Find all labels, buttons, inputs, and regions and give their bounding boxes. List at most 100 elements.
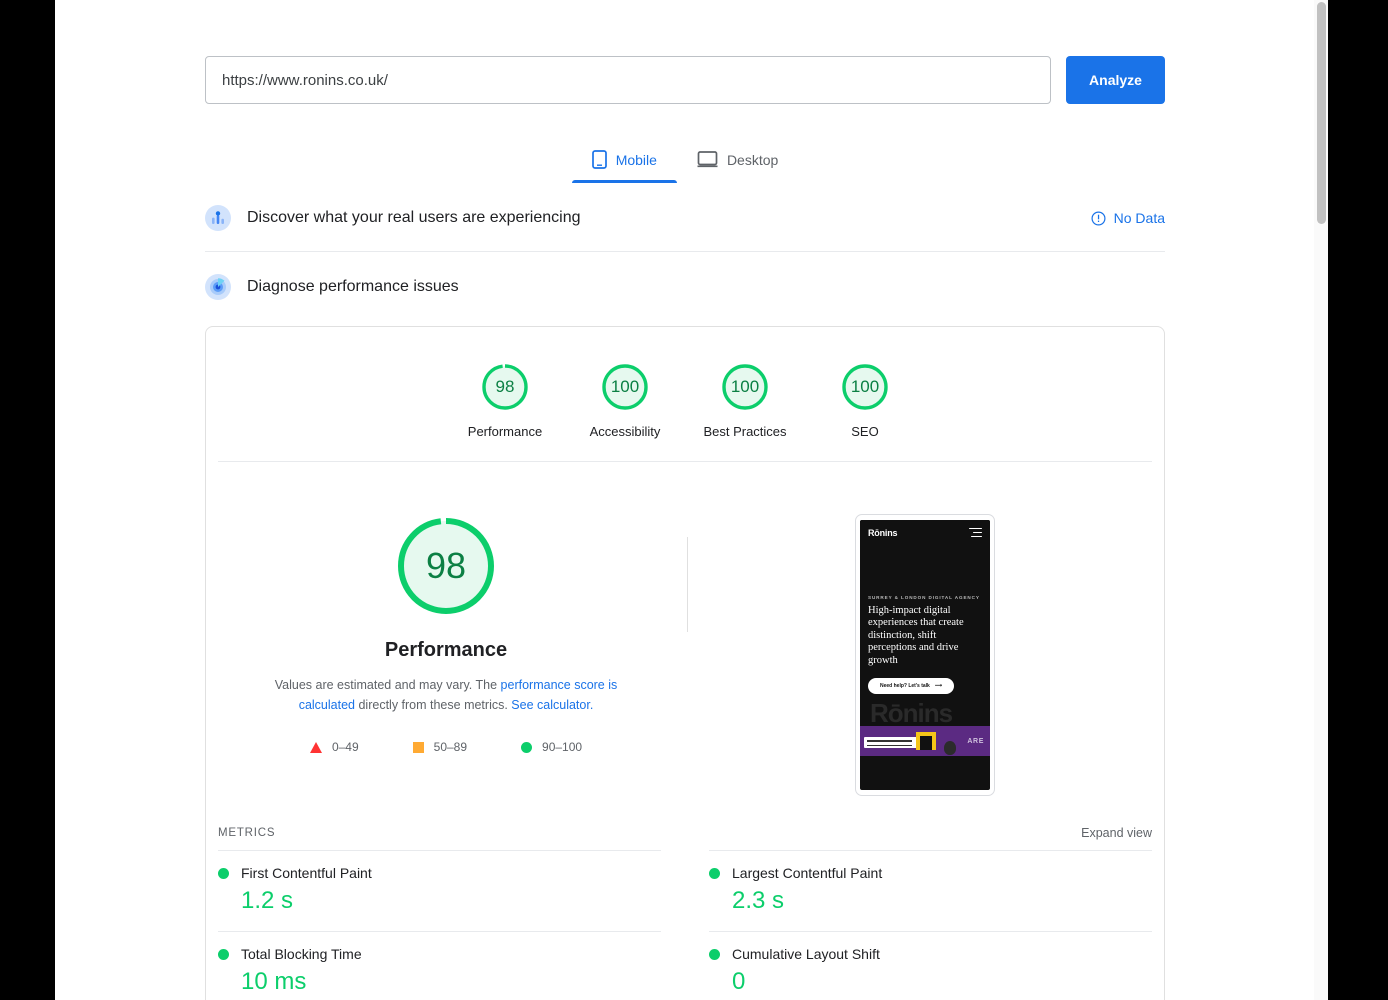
hero-vertical-divider [687, 537, 688, 632]
legend-good-range: 90–100 [542, 740, 583, 754]
metric-name: Total Blocking Time [241, 946, 362, 962]
thumbnail-eyebrow: SURREY & LONDON DIGITAL AGENCY [868, 594, 980, 600]
performance-description: Values are estimated and may vary. The p… [246, 675, 646, 715]
thumbnail-watermark: Rōnins [870, 698, 953, 729]
metric-header: Cumulative Layout Shift [709, 946, 1152, 962]
score-value: 100 [850, 377, 880, 396]
legend-average-range: 50–89 [433, 740, 468, 754]
metrics-grid: First Contentful Paint 1.2 s Total Block… [206, 850, 1164, 1000]
metric-value: 0 [732, 968, 746, 995]
legend-poor: 0–49 [309, 740, 359, 754]
expand-view-button[interactable]: Expand view [1081, 826, 1152, 840]
category-score-accessibility[interactable]: 100 Accessibility [565, 361, 685, 439]
url-input[interactable]: https://www.ronins.co.uk/ [205, 56, 1051, 104]
thumbnail-cta-button: Need help? Let's talk ⟶ [868, 678, 954, 695]
status-good-circle-icon [218, 948, 229, 960]
page-scrollbar[interactable] [1314, 0, 1328, 1000]
legend-good: 90–100 [521, 740, 582, 754]
url-entry-row: https://www.ronins.co.uk/ Analyze [205, 56, 1165, 104]
arrow-right-icon: ⟶ [934, 683, 942, 690]
desktop-monitor-icon [697, 151, 718, 168]
thumbnail-cta-label: Need help? Let's talk [880, 683, 930, 690]
desc-text-2: directly from these metrics. [355, 698, 512, 712]
metrics-section-label: METRICS [218, 827, 276, 839]
metrics-column-left: First Contentful Paint 1.2 s Total Block… [218, 850, 685, 1000]
circle-good-icon [521, 741, 533, 753]
tab-mobile[interactable]: Mobile [571, 140, 678, 183]
thumbnail-headline: High-impact digital experiences that cre… [868, 604, 964, 666]
lab-data-title: Diagnose performance issues [247, 278, 459, 295]
metric-name: Cumulative Layout Shift [732, 946, 880, 962]
status-good-circle-icon [709, 867, 720, 879]
metrics-header: METRICS Expand view [206, 796, 1164, 850]
score-gauge-performance: 98 [479, 361, 531, 413]
analyze-button[interactable]: Analyze [1066, 56, 1165, 104]
info-circle-icon [1091, 210, 1106, 226]
triangle-poor-icon [309, 741, 322, 753]
score-gauge-accessibility: 100 [599, 361, 651, 413]
metric-total-blocking-time[interactable]: Total Blocking Time 10 ms [218, 931, 661, 1000]
category-score-performance[interactable]: 98 Performance [445, 361, 565, 439]
thumbnail-footer-band: ARE [860, 726, 990, 757]
scrollbar-thumb[interactable] [1317, 2, 1326, 224]
performance-heading: Performance [384, 639, 508, 661]
lab-data-section-header: Diagnose performance issues [205, 252, 1165, 320]
metric-header: Largest Contentful Paint [709, 865, 1152, 881]
score-label: Best Practices [703, 424, 787, 439]
metric-largest-contentful-paint[interactable]: Largest Contentful Paint 2.3 s [709, 850, 1152, 931]
thumbnail-brand: Rōnins [868, 528, 898, 538]
score-gauge-seo: 100 [839, 361, 891, 413]
legend-poor-range: 0–49 [331, 740, 359, 754]
metric-value: 10 ms [241, 968, 307, 995]
status-good-circle-icon [709, 948, 720, 960]
metric-name: Largest Contentful Paint [732, 865, 883, 881]
real-users-chart-icon [205, 205, 231, 231]
diagnose-target-icon [205, 274, 231, 300]
field-data-section-header: Discover what your real users are experi… [205, 183, 1165, 252]
letterbox-right [1328, 0, 1388, 1000]
field-data-title: Discover what your real users are experi… [247, 209, 581, 226]
performance-hero: 98 Performance Values are estimated and … [206, 462, 1164, 796]
performance-score-value: 98 [425, 545, 467, 586]
no-data-status[interactable]: No Data [1091, 210, 1165, 226]
metric-first-contentful-paint[interactable]: First Contentful Paint 1.2 s [218, 850, 661, 931]
thumbnail-footer-word: ARE [967, 738, 984, 746]
score-legend: 0–49 50–89 90–100 [206, 740, 686, 754]
thumbnail-navbar: Rōnins [868, 528, 982, 540]
score-gauge-best-practices: 100 [719, 361, 771, 413]
tab-desktop-label: Desktop [726, 151, 779, 168]
status-good-circle-icon [218, 867, 229, 879]
score-value: 100 [730, 377, 760, 396]
score-label: Accessibility [589, 424, 661, 439]
no-data-label: No Data [1113, 210, 1165, 226]
category-score-seo[interactable]: 100 SEO [805, 361, 925, 439]
metric-name: First Contentful Paint [241, 865, 372, 881]
thumbnail-hero-area: Rōnins SURREY & LONDON DIGITAL AGENCY Hi… [860, 520, 990, 729]
screenshot-root: https://www.ronins.co.uk/ Analyze Mobile [0, 0, 1388, 1000]
page-content: https://www.ronins.co.uk/ Analyze Mobile [205, 0, 1165, 1000]
mobile-screenshot-thumbnail[interactable]: Rōnins SURREY & LONDON DIGITAL AGENCY Hi… [855, 514, 995, 796]
thumbnail-viewport: Rōnins SURREY & LONDON DIGITAL AGENCY Hi… [860, 520, 990, 790]
hamburger-menu-icon [969, 528, 982, 540]
square-average-icon [412, 741, 424, 753]
score-value: 98 [495, 377, 515, 396]
letterbox-left [0, 0, 55, 1000]
thumbnail-dark-blob [944, 741, 956, 756]
metric-header: First Contentful Paint [218, 865, 661, 881]
category-score-best-practices[interactable]: 100 Best Practices [685, 361, 805, 439]
tab-mobile-label: Mobile [615, 151, 657, 168]
metric-header: Total Blocking Time [218, 946, 661, 962]
score-value: 100 [610, 377, 640, 396]
metric-cumulative-layout-shift[interactable]: Cumulative Layout Shift 0 [709, 931, 1152, 1000]
pagespeed-insights-page: https://www.ronins.co.uk/ Analyze Mobile [55, 0, 1328, 1000]
score-label: SEO [851, 424, 879, 439]
tab-desktop[interactable]: Desktop [677, 140, 798, 183]
metrics-column-right: Largest Contentful Paint 2.3 s Cumulativ… [685, 850, 1152, 1000]
see-calculator-link[interactable]: See calculator. [511, 698, 593, 712]
performance-gauge-large: 98 [394, 514, 498, 618]
thumbnail-yellow-block [916, 732, 936, 751]
page-screenshot-wrap: Rōnins SURREY & LONDON DIGITAL AGENCY Hi… [686, 514, 1164, 796]
desc-text-1: Values are estimated and may vary. The [274, 678, 501, 692]
mobile-phone-icon [591, 150, 607, 169]
device-tabs: Mobile Desktop [205, 140, 1165, 183]
